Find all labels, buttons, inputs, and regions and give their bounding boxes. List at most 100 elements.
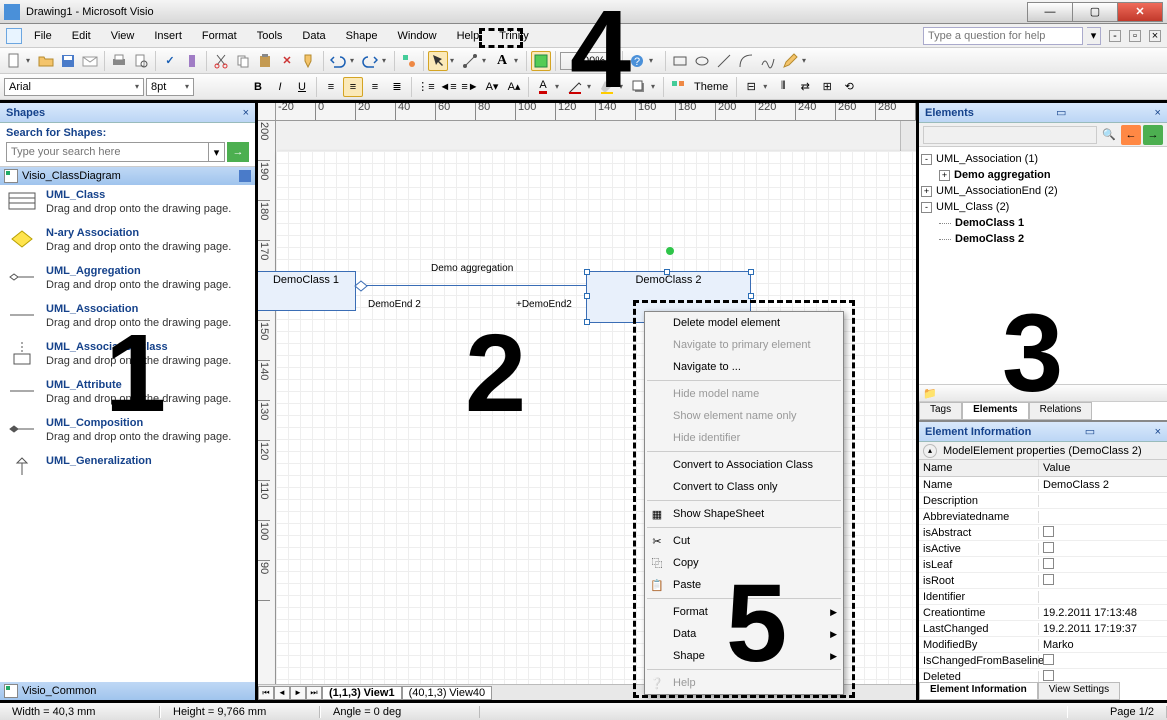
tree-toggle-icon[interactable]: + (939, 170, 950, 181)
rotation-handle[interactable] (666, 247, 674, 255)
connect-shapes-icon[interactable]: ⇄ (795, 77, 815, 97)
text-tool-icon[interactable]: A (492, 51, 512, 71)
shape-item[interactable]: UML_AttributeDrag and drop onto the draw… (6, 379, 249, 405)
inc-fontsize-icon[interactable]: A▴ (504, 77, 524, 97)
shape-item[interactable]: UML_AssociationDrag and drop onto the dr… (6, 303, 249, 329)
elements-search-input[interactable] (923, 126, 1097, 144)
print-preview-icon[interactable] (131, 51, 151, 71)
menu-trinity[interactable]: Trinity (491, 28, 537, 44)
print-icon[interactable] (109, 51, 129, 71)
open-icon[interactable] (36, 51, 56, 71)
tree-row[interactable]: +UML_AssociationEnd (2) (921, 183, 1165, 199)
menu-insert[interactable]: Insert (146, 28, 190, 44)
elements-pin-icon[interactable]: ▭ (1056, 106, 1066, 119)
connector-tool-icon[interactable] (460, 51, 480, 71)
maximize-button[interactable]: ▢ (1072, 2, 1118, 22)
context-menu-item[interactable]: Shape▶ (645, 645, 843, 667)
spellcheck-icon[interactable]: ✓ (160, 51, 180, 71)
align-justify-icon[interactable]: ≣ (387, 77, 407, 97)
shape-item[interactable]: UML_ClassDrag and drop onto the drawing … (6, 189, 249, 215)
fontsize-combo[interactable]: 8pt▾ (146, 78, 194, 96)
association-end-label[interactable]: DemoEnd 2 (368, 299, 421, 310)
nav-back-icon[interactable]: ← (1121, 125, 1141, 145)
inc-indent-icon[interactable]: ≡► (460, 77, 480, 97)
tab-last-icon[interactable]: ⏭ (306, 686, 322, 700)
delete-icon[interactable]: ✕ (277, 51, 297, 71)
dec-fontsize-icon[interactable]: A▾ (482, 77, 502, 97)
close-button[interactable]: ✕ (1117, 2, 1163, 22)
ink-tool-icon[interactable] (531, 51, 551, 71)
tab-first-icon[interactable]: ⏮ (258, 686, 274, 700)
dec-indent-icon[interactable]: ◄≡ (438, 77, 458, 97)
tab-relations[interactable]: Relations (1029, 402, 1093, 420)
sheet-tab[interactable]: (40,1,3) View40 (402, 686, 493, 700)
menu-view[interactable]: View (103, 28, 143, 44)
align-shapes-icon[interactable]: ⊟ (741, 77, 761, 97)
property-row[interactable]: Deleted (919, 669, 1167, 682)
rectangle-shape-icon[interactable] (670, 51, 690, 71)
nav-fwd-icon[interactable]: → (1143, 125, 1163, 145)
tree-toggle-icon[interactable]: + (921, 186, 932, 197)
ellipse-shape-icon[interactable] (692, 51, 712, 71)
property-row[interactable]: isLeaf (919, 557, 1167, 573)
menu-data[interactable]: Data (294, 28, 333, 44)
menu-edit[interactable]: Edit (64, 28, 99, 44)
context-menu-item[interactable]: Data▶ (645, 623, 843, 645)
property-row[interactable]: NameDemoClass 2 (919, 477, 1167, 493)
stencil-classdiagram[interactable]: Visio_ClassDiagram (0, 167, 255, 185)
menu-shape[interactable]: Shape (338, 28, 386, 44)
new-dropdown-icon[interactable]: ▾ (26, 56, 34, 65)
selection-handle[interactable] (748, 269, 754, 275)
uml-association-line[interactable] (356, 285, 586, 286)
help-dropdown-icon[interactable]: ▾ (1087, 27, 1101, 45)
redo-icon[interactable] (360, 51, 380, 71)
stencil-common[interactable]: Visio_Common (0, 682, 255, 700)
property-row[interactable]: Abbreviatedname (919, 509, 1167, 525)
property-row[interactable]: isRoot (919, 573, 1167, 589)
property-row[interactable]: isActive (919, 541, 1167, 557)
tab-elements[interactable]: Elements (962, 402, 1028, 420)
system-menu-icon[interactable] (6, 28, 22, 44)
layout-icon[interactable]: ⊞ (817, 77, 837, 97)
tab-view-settings[interactable]: View Settings (1038, 682, 1120, 700)
property-row[interactable]: LastChanged19.2.2011 17:19:37 (919, 621, 1167, 637)
tree-toggle-icon[interactable]: - (921, 154, 932, 165)
align-right-icon[interactable]: ≡ (365, 77, 385, 97)
search-dropdown-icon[interactable]: ▾ (209, 142, 225, 162)
bold-icon[interactable]: B (248, 77, 268, 97)
doc-restore-button[interactable]: ▫ (1129, 30, 1141, 42)
shapes-panel-close-icon[interactable]: × (243, 107, 249, 119)
menu-file[interactable]: File (26, 28, 60, 44)
property-group-header[interactable]: ▴ ModelElement properties (DemoClass 2) (919, 442, 1167, 460)
theme-icon[interactable] (668, 77, 688, 97)
info-pin-icon[interactable]: ▭ (1085, 425, 1095, 438)
chevron-up-icon[interactable]: ▴ (923, 444, 937, 458)
shapes-search-go-icon[interactable]: → (227, 142, 249, 162)
tree-toggle-icon[interactable]: - (921, 202, 932, 213)
tree-row[interactable]: DemoClass 1 (921, 215, 1165, 231)
shape-item[interactable]: UML_CompositionDrag and drop onto the dr… (6, 417, 249, 443)
shapes-window-icon[interactable] (399, 51, 419, 71)
arc-shape-icon[interactable] (736, 51, 756, 71)
context-menu-item[interactable]: Navigate to ... (645, 356, 843, 378)
shapes-search-input[interactable] (6, 142, 209, 162)
tree-row[interactable]: DemoClass 2 (921, 231, 1165, 247)
shape-item[interactable]: UML_Generalization (6, 455, 249, 479)
menu-format[interactable]: Format (194, 28, 245, 44)
association-label[interactable]: Demo aggregation (431, 263, 513, 274)
elements-close-icon[interactable]: × (1155, 107, 1161, 119)
tree-row[interactable]: +Demo aggregation (921, 167, 1165, 183)
context-menu-item[interactable]: ⿻Copy (645, 552, 843, 574)
context-menu-item[interactable]: ✂Cut (645, 530, 843, 552)
email-icon[interactable] (80, 51, 100, 71)
tree-row[interactable]: -UML_Association (1) (921, 151, 1165, 167)
align-center-icon[interactable]: ≡ (343, 77, 363, 97)
search-icon[interactable]: 🔍 (1099, 125, 1119, 145)
line-shape-icon[interactable] (714, 51, 734, 71)
theme-label[interactable]: Theme (690, 81, 732, 93)
selection-handle[interactable] (748, 293, 754, 299)
elements-tree[interactable]: -UML_Association (1)+Demo aggregation+UM… (919, 147, 1167, 384)
font-color-icon[interactable]: A (533, 77, 553, 97)
doc-close-button[interactable]: × (1149, 30, 1161, 42)
property-row[interactable]: IsChangedFromBaseline (919, 653, 1167, 669)
